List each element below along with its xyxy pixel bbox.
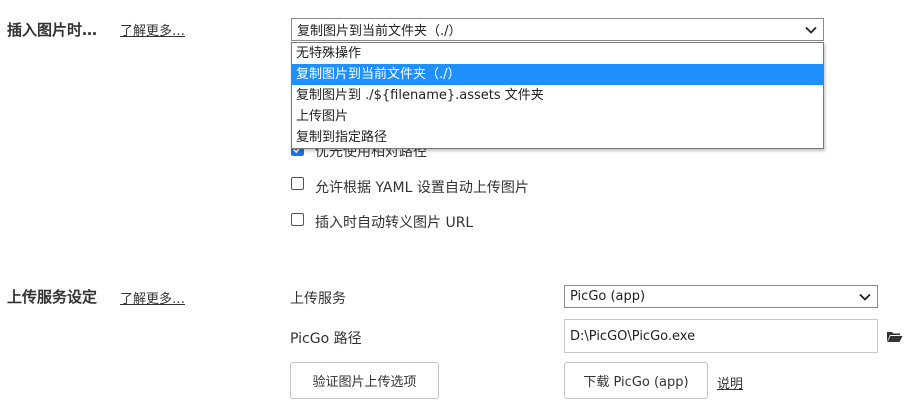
upload-service-title: 上传服务设定 <box>7 288 98 306</box>
dropdown-option[interactable]: 上传图片 <box>292 106 823 127</box>
picgo-path-input[interactable]: D:\PicGO\PicGo.exe <box>564 319 878 353</box>
upload-service-select-value: PicGo (app) <box>570 289 646 304</box>
image-insert-learn-more-link[interactable]: 了解更多… <box>120 20 185 39</box>
image-insert-action-select-value: 复制图片到当前文件夹（./） <box>297 24 462 39</box>
yaml-auto-upload-checkbox[interactable] <box>291 177 304 190</box>
yaml-auto-upload-label: 允许根据 YAML 设置自动上传图片 <box>315 180 529 196</box>
upload-service-learn-more-link[interactable]: 了解更多… <box>120 288 185 307</box>
image-insert-action-select[interactable]: 复制图片到当前文件夹（./） <box>291 18 824 41</box>
chevron-down-icon <box>859 293 871 301</box>
dropdown-option[interactable]: 复制到指定路径 <box>292 127 823 148</box>
download-picgo-button[interactable]: 下载 PicGo (app) <box>564 362 708 399</box>
upload-service-select[interactable]: PicGo (app) <box>564 285 878 308</box>
picgo-path-value: D:\PicGO\PicGo.exe <box>570 328 696 344</box>
image-insert-action-dropdown: 无特殊操作 复制图片到当前文件夹（./） 复制图片到 ./${filename}… <box>291 42 824 149</box>
dropdown-option[interactable]: 复制图片到 ./${filename}.assets 文件夹 <box>292 85 823 106</box>
escape-url-checkbox[interactable] <box>291 213 304 226</box>
escape-url-label: 插入时自动转义图片 URL <box>315 215 474 231</box>
image-insert-title: 插入图片时… <box>7 21 98 39</box>
picgo-path-label: PicGo 路径 <box>290 331 362 347</box>
chevron-down-icon <box>805 26 817 34</box>
folder-icon[interactable] <box>886 330 903 343</box>
help-link[interactable]: 说明 <box>717 373 743 392</box>
upload-service-label: 上传服务 <box>290 291 346 307</box>
dropdown-option[interactable]: 无特殊操作 <box>292 43 823 64</box>
verify-upload-button[interactable]: 验证图片上传选项 <box>290 362 439 399</box>
dropdown-option-selected[interactable]: 复制图片到当前文件夹（./） <box>292 64 823 85</box>
